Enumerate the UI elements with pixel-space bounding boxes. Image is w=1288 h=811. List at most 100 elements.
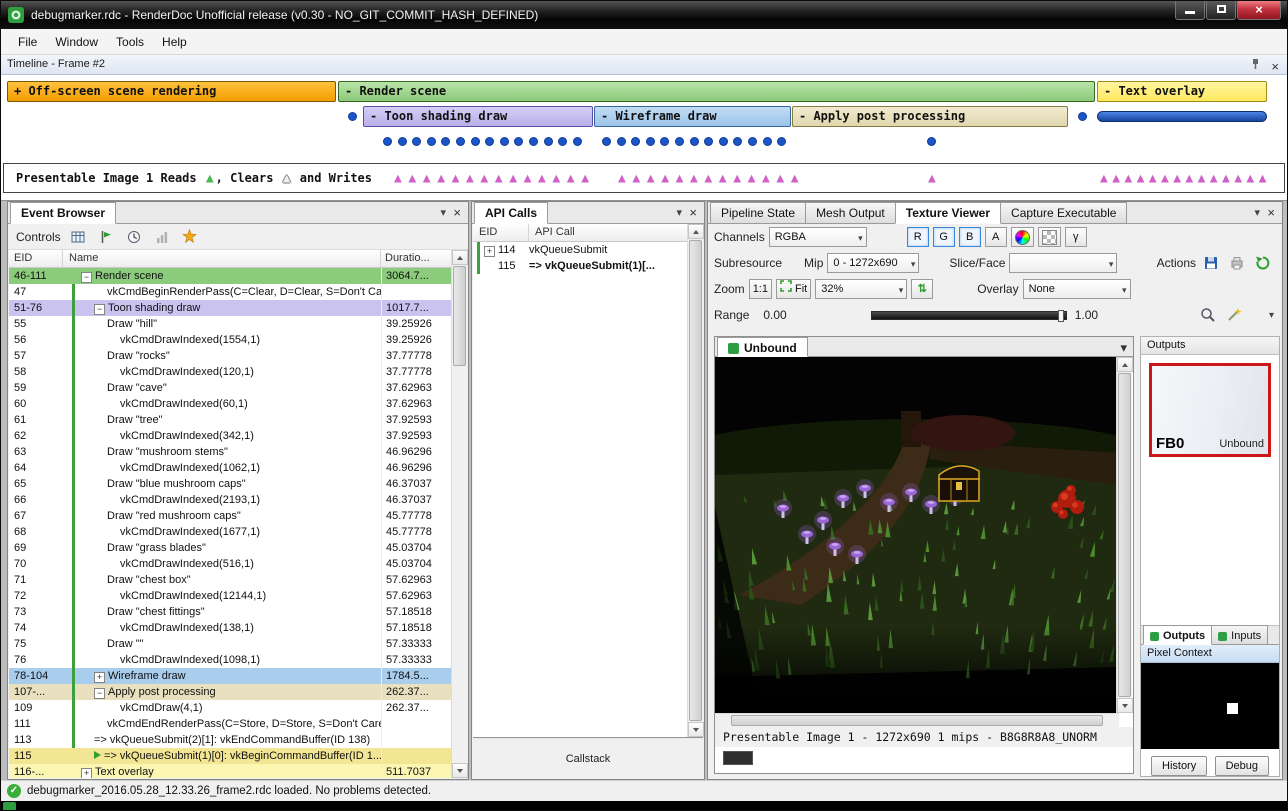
expand-icon[interactable]: + [484, 246, 495, 257]
export-grid-icon[interactable] [67, 226, 89, 248]
column-eid[interactable]: EID [473, 224, 529, 241]
close-icon[interactable]: × [689, 205, 697, 220]
timeline-body[interactable]: + Off-screen scene rendering - Render sc… [1, 75, 1287, 163]
event-row[interactable]: 116-...+Text overlay511.7037 [9, 764, 451, 778]
wand-icon[interactable] [1223, 304, 1245, 326]
chevron-down-icon[interactable]: ▾ [440, 206, 446, 219]
stats-icon[interactable] [151, 226, 173, 248]
texture-image[interactable] [715, 357, 1119, 713]
write-marker-icon[interactable]: ▲ [452, 172, 460, 185]
event-row[interactable]: 55Draw "hill"39.25926 [9, 316, 451, 332]
column-duration[interactable]: Duratio... [381, 250, 451, 267]
write-marker-icon[interactable]: ▲ [776, 172, 784, 185]
write-marker-icon[interactable]: ▲ [509, 172, 517, 185]
column-api-call[interactable]: API Call [529, 224, 689, 241]
menu-help[interactable]: Help [153, 31, 196, 53]
clock-icon[interactable] [123, 226, 145, 248]
expand-icon[interactable]: + [94, 672, 105, 683]
gamma-button[interactable]: γ [1065, 227, 1087, 247]
range-max-value[interactable]: 1.00 [1075, 308, 1098, 322]
write-marker-icon[interactable]: ▲ [581, 172, 589, 185]
write-marker-icon[interactable]: ▲ [690, 172, 698, 185]
timeline-bar-offscreen-scene-rendering[interactable]: + Off-screen scene rendering [7, 81, 336, 102]
write-marker-icon[interactable]: ▲ [538, 172, 546, 185]
chevron-down-icon[interactable]: ▾ [1254, 206, 1260, 219]
close-icon[interactable]: × [1271, 57, 1279, 76]
write-marker-icon[interactable]: ▲ [437, 172, 445, 185]
tab-texture-viewer[interactable]: Texture Viewer [895, 202, 1001, 224]
event-row[interactable]: 47vkCmdBeginRenderPass(C=Clear, D=Clear,… [9, 284, 451, 300]
mip-select[interactable]: 0 - 1272x690 [827, 253, 919, 273]
tab-inputs[interactable]: Inputs [1211, 625, 1268, 644]
slice-face-select[interactable] [1009, 253, 1117, 273]
red-channel-button[interactable]: R [907, 227, 929, 247]
scrollbar-thumb[interactable] [731, 715, 1103, 726]
write-marker-icon[interactable]: ▲ [647, 172, 655, 185]
green-channel-button[interactable]: G [933, 227, 955, 247]
event-dot[interactable] [748, 137, 757, 146]
color-wheel-button[interactable] [1011, 227, 1034, 247]
write-marker-icon[interactable]: ▲ [1210, 172, 1218, 185]
write-marker-icon[interactable]: ▲ [423, 172, 431, 185]
write-marker-icon[interactable]: ▲ [1161, 172, 1169, 185]
write-marker-icon[interactable]: ▲ [748, 172, 756, 185]
fb0-thumbnail[interactable]: FB0 Unbound [1149, 363, 1271, 457]
api-calls-vertical-scrollbar[interactable] [687, 224, 703, 737]
write-marker-icon[interactable]: ▲ [466, 172, 474, 185]
event-dot[interactable] [471, 137, 480, 146]
timeline-bar-render-scene[interactable]: - Render scene [338, 81, 1095, 102]
write-marker-icon[interactable]: ▲ [1149, 172, 1157, 185]
event-dot[interactable] [412, 137, 421, 146]
event-row[interactable]: 78-104+Wireframe draw1784.5... [9, 668, 451, 684]
event-dot[interactable] [631, 137, 640, 146]
event-dot[interactable] [646, 137, 655, 146]
event-row[interactable]: 56vkCmdDrawIndexed(1554,1)39.25926 [9, 332, 451, 348]
event-dot[interactable] [1078, 112, 1087, 121]
menu-file[interactable]: File [9, 31, 46, 53]
event-row[interactable]: 51-76−Toon shading draw1017.7... [9, 300, 451, 316]
more-options-chevron-icon[interactable]: ▾ [1269, 310, 1274, 321]
write-marker-icon[interactable]: ▲ [1185, 172, 1193, 185]
flip-y-button[interactable]: ⇅ [911, 279, 933, 299]
event-dot[interactable] [500, 137, 509, 146]
write-marker-icon[interactable]: ▲ [1173, 172, 1181, 185]
event-row[interactable]: 46-111−Render scene3064.7... [9, 268, 451, 284]
event-row[interactable]: 113=> vkQueueSubmit(2)[1]: vkEndCommandB… [9, 732, 451, 748]
timeline-bar-text-overlay[interactable]: - Text overlay [1097, 81, 1267, 102]
event-row[interactable]: 111vkCmdEndRenderPass(C=Store, D=Store, … [9, 716, 451, 732]
tab-mesh-output[interactable]: Mesh Output [805, 202, 896, 223]
menu-window[interactable]: Window [46, 31, 107, 53]
column-name[interactable]: Name [63, 250, 381, 267]
event-row[interactable]: 67Draw "red mushroom caps"45.77778 [9, 508, 451, 524]
column-eid[interactable]: EID [9, 250, 63, 267]
close-icon[interactable]: × [453, 205, 461, 220]
api-call-row[interactable]: 115=> vkQueueSubmit(1)[... [473, 258, 689, 274]
write-marker-icon[interactable]: ▲ [480, 172, 488, 185]
timeline-bar-text-overlay-events[interactable] [1097, 111, 1267, 122]
tab-capture-executable[interactable]: Capture Executable [1000, 202, 1127, 223]
event-dot[interactable] [733, 137, 742, 146]
write-marker-icon[interactable]: ▲ [632, 172, 640, 185]
write-marker-icon[interactable]: ▲ [1259, 172, 1267, 185]
write-marker-icon[interactable]: ▲ [524, 172, 532, 185]
timeline-bar-wireframe-draw[interactable]: - Wireframe draw [594, 106, 791, 127]
texture-viewport[interactable] [715, 357, 1119, 713]
tab-unbound-texture[interactable]: Unbound [717, 337, 808, 357]
event-row[interactable]: 61Draw "tree"37.92593 [9, 412, 451, 428]
collapse-icon[interactable]: − [81, 272, 92, 283]
magnifier-icon[interactable] [1197, 304, 1219, 326]
event-dot[interactable] [660, 137, 669, 146]
event-row[interactable]: 68vkCmdDrawIndexed(1677,1)45.77778 [9, 524, 451, 540]
write-marker-icon[interactable]: ▲ [1137, 172, 1145, 185]
event-dot[interactable] [927, 137, 936, 146]
event-row[interactable]: 60vkCmdDrawIndexed(60,1)37.62963 [9, 396, 451, 412]
write-marker-icon[interactable]: ▲ [733, 172, 741, 185]
event-row[interactable]: 72vkCmdDrawIndexed(12144,1)57.62963 [9, 588, 451, 604]
scroll-down-icon[interactable] [1117, 698, 1133, 713]
event-dot[interactable] [617, 137, 626, 146]
flag-icon[interactable] [95, 226, 117, 248]
callstack-section[interactable]: Callstack [473, 737, 703, 779]
scroll-down-icon[interactable] [452, 763, 468, 778]
event-row[interactable]: 115=> vkQueueSubmit(1)[0]: vkBeginComman… [9, 748, 451, 764]
event-dot[interactable] [348, 112, 357, 121]
